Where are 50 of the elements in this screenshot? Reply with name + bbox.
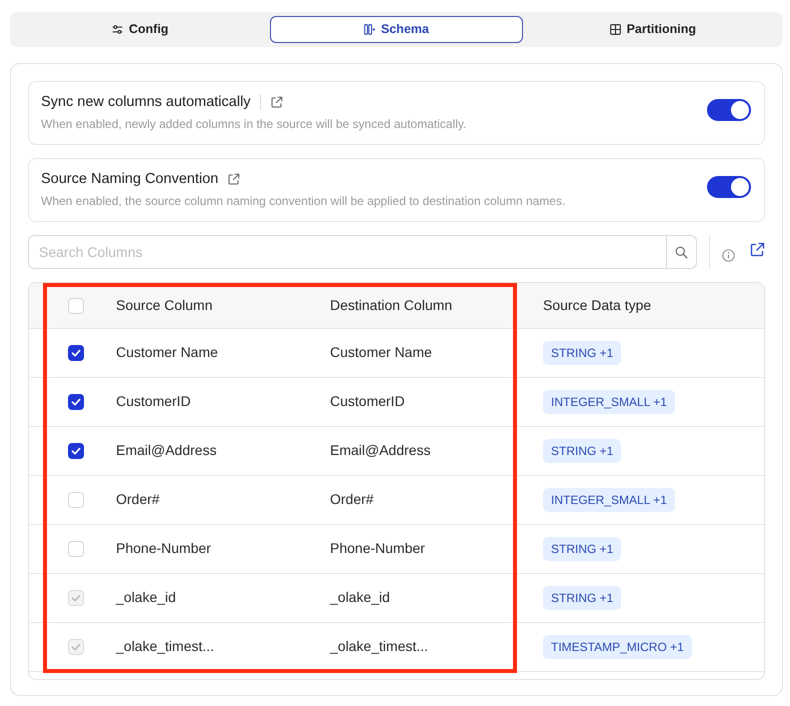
checkbox[interactable] <box>68 394 84 410</box>
external-link-icon[interactable] <box>270 96 283 108</box>
table-cell: Phone-Number <box>100 524 314 573</box>
toggle-switch[interactable] <box>707 176 751 198</box>
tab[interactable]: Schema <box>270 16 523 43</box>
table-cell: CustomerID <box>314 377 527 426</box>
data-type-tag: STRING +1 <box>543 340 622 364</box>
data-type-tag: STRING +1 <box>543 586 622 610</box>
table-cell: _olake_id <box>100 573 314 622</box>
setting-title: Sync new columns automatically <box>41 93 251 111</box>
column-header: Destination Column <box>314 283 527 328</box>
table-cell: _olake_timest... <box>314 622 527 671</box>
toggle-switch[interactable] <box>707 98 751 120</box>
table-cell: Order# <box>314 475 527 524</box>
info-icon[interactable] <box>722 248 735 262</box>
table-cell: Email@Address <box>100 426 314 475</box>
check-icon <box>71 348 81 358</box>
external-link-icon[interactable] <box>749 242 765 258</box>
check-icon <box>71 642 81 652</box>
external-link-icon[interactable] <box>227 172 240 186</box>
data-type-tag: INTEGER_SMALL +1 <box>543 488 675 512</box>
table-cell: Email@Address <box>314 426 527 475</box>
check-icon <box>71 397 81 408</box>
table-cell: Customer Name <box>100 328 314 377</box>
table-cell: CustomerID <box>100 377 314 426</box>
sliders-icon <box>112 24 123 35</box>
data-type-tag: STRING +1 <box>543 438 622 462</box>
tab[interactable]: Config <box>14 16 266 43</box>
setting-title: Source Naming Convention <box>41 170 218 188</box>
table-cell: Order# <box>100 475 314 524</box>
columns-icon <box>364 24 376 35</box>
check-icon <box>71 593 81 604</box>
data-type-tag: INTEGER_SMALL +1 <box>543 390 675 414</box>
search-button[interactable] <box>666 235 697 269</box>
table-cell: Phone-Number <box>314 524 527 573</box>
setting-description: When enabled, newly added columns in the source will be synced automatically. <box>41 116 468 132</box>
search-icon <box>675 246 688 258</box>
table-cell: _olake_id <box>314 573 527 622</box>
column-header: Source Data type <box>527 283 764 328</box>
tab[interactable]: Partitioning <box>526 16 779 43</box>
setting-description: When enabled, the source column naming convention will be applied to destination column names. <box>41 193 566 209</box>
table-cell: Customer Name <box>314 328 527 377</box>
grid-icon <box>610 24 621 35</box>
data-type-tag: STRING +1 <box>543 536 622 560</box>
table-cell: _olake_timest... <box>100 622 314 671</box>
search-field[interactable]: Search Columns <box>28 235 666 269</box>
check-icon <box>71 446 81 456</box>
checkbox[interactable] <box>68 443 84 460</box>
data-type-tag: TIMESTAMP_MICRO +1 <box>543 634 692 658</box>
checkbox[interactable] <box>68 345 84 362</box>
